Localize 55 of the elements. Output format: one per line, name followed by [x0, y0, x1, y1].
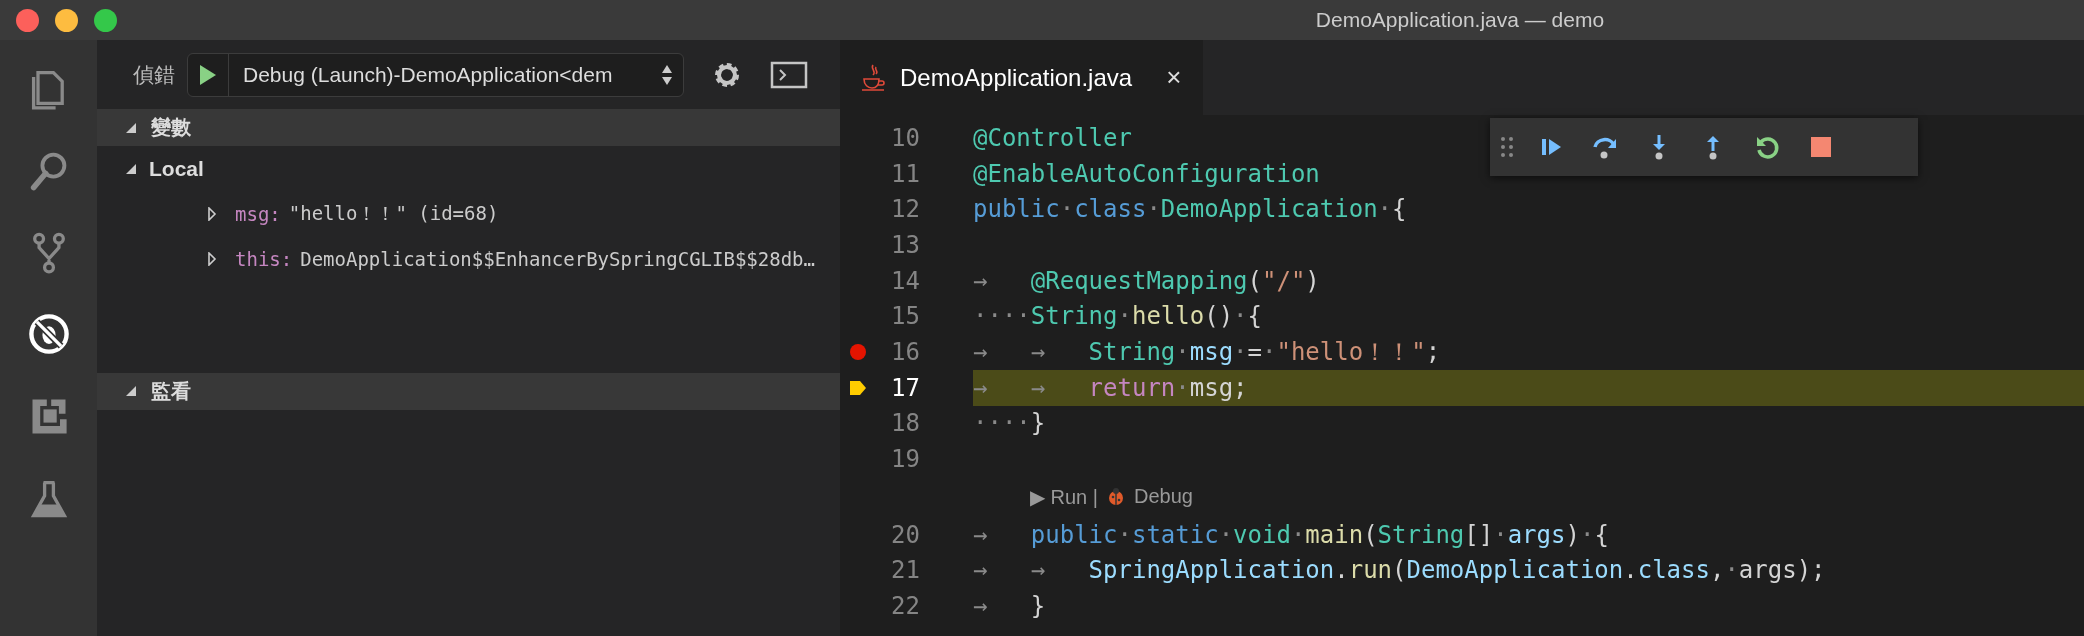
code-line: public·class·DemoApplication·{: [973, 195, 1407, 224]
window-title: DemoApplication.java — demo: [1314, 8, 1606, 32]
line-number: 21: [890, 556, 920, 585]
zoom-window-button[interactable]: [94, 8, 117, 32]
variable-value: "hello！！" (id=68): [288, 200, 499, 226]
section-header[interactable]: 監看: [97, 372, 840, 410]
debug-label: 偵錯: [133, 61, 175, 88]
coffee-cup-icon: [860, 62, 886, 93]
line-number: 16: [890, 337, 920, 366]
terminal-button[interactable]: [770, 60, 808, 89]
triangle-icon: [125, 121, 137, 134]
play-icon: [198, 62, 218, 87]
code-line: → → SpringApplication.run(DemoApplication.class,·args);: [973, 556, 1826, 585]
code-line: ····String·hello()·{: [973, 302, 1262, 331]
close-tab-button[interactable]: ×: [1166, 62, 1182, 93]
updown-icon: [661, 63, 673, 86]
line-number: 11: [890, 159, 920, 188]
drag-handle-icon[interactable]: [1500, 136, 1514, 158]
launch-config-select[interactable]: Debug (Launch)-DemoApplication<dem: [187, 52, 684, 97]
breakpoint-icon[interactable]: [849, 342, 867, 361]
code-line: @EnableAutoConfiguration: [973, 159, 1320, 188]
variable-name: msg:: [235, 202, 281, 225]
variable-name: this:: [235, 247, 293, 270]
section-header[interactable]: 變數: [97, 109, 840, 147]
variable-value: DemoApplication$$EnhancerBySpringCGLIB$$28db…: [300, 247, 815, 270]
code-line: → → String·msg·=·"hello！！";: [973, 336, 1441, 368]
code-line: @Controller: [973, 123, 1132, 152]
line-number: 14: [890, 266, 920, 295]
line-number: 10: [890, 123, 920, 152]
code-line: → → return·msg;: [973, 373, 1248, 402]
line-number: 19: [890, 445, 920, 474]
line-number: 13: [890, 230, 920, 259]
variable-row[interactable]: msg: "hello！！" (id=68): [97, 191, 840, 237]
triangle-icon: [125, 385, 137, 398]
current-line-arrow-icon: [849, 378, 867, 397]
variable-row[interactable]: this: DemoApplication$$EnhancerBySpringCGLIB$$28db…: [97, 236, 840, 282]
triangle-icon: [125, 162, 137, 175]
line-number: 15: [890, 302, 920, 331]
ladybug-icon: [1106, 486, 1126, 507]
code-line: → }: [973, 592, 1046, 621]
line-number: 22: [890, 592, 920, 621]
line-number: 18: [890, 409, 920, 438]
close-window-button[interactable]: [16, 8, 39, 32]
line-number: 17: [890, 373, 920, 402]
editor-tab[interactable]: DemoApplication.java ×: [840, 40, 1204, 115]
minimize-window-button[interactable]: [55, 8, 78, 32]
code-line: → public·static·void·main(String[]·args)·{: [973, 520, 1609, 549]
terminal-icon: [770, 60, 808, 89]
code-line: ····}: [973, 409, 1046, 438]
line-number: 12: [890, 195, 920, 224]
code-line: → @RequestMapping("/"): [973, 266, 1320, 295]
scope-row[interactable]: Local: [97, 146, 840, 192]
line-number: 20: [890, 520, 920, 549]
debug-link[interactable]: Debug: [1134, 485, 1193, 509]
run-link[interactable]: ▶ Run |: [1030, 484, 1098, 509]
